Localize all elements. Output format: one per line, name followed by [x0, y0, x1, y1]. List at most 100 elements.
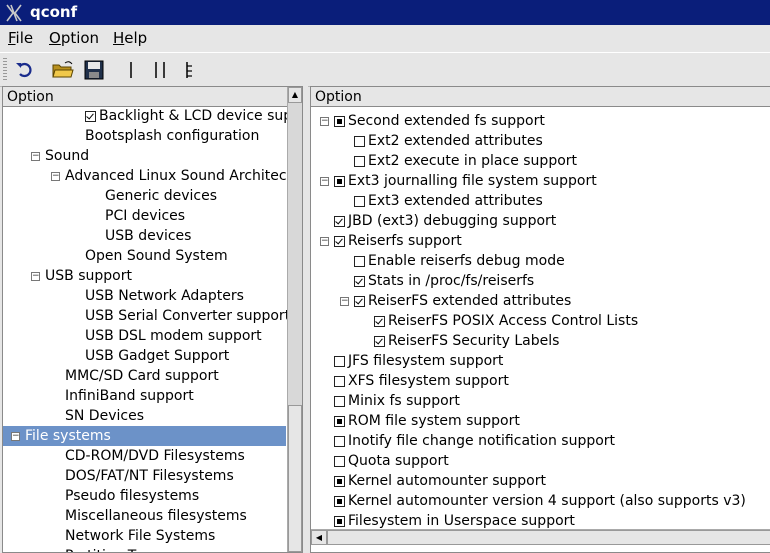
menu-tree-item[interactable]: − Advanced Linux Sound Architecture	[3, 166, 302, 186]
checkbox-icon[interactable]	[334, 376, 345, 387]
checkbox-icon[interactable]	[354, 136, 365, 147]
collapse-minus-icon[interactable]: −	[11, 432, 20, 441]
config-option-row[interactable]: Kernel automounter support	[311, 471, 770, 491]
config-list-horizontal-scrollbar[interactable]: ◀	[311, 529, 770, 545]
open-button[interactable]	[50, 57, 76, 83]
menu-tree-item[interactable]: InfiniBand support	[3, 386, 286, 406]
toolbar	[0, 52, 770, 87]
config-option-row[interactable]: Enable reiserfs debug mode	[311, 251, 770, 271]
config-option-row[interactable]: Ext2 execute in place support	[311, 151, 770, 171]
scroll-left-arrow-icon[interactable]: ◀	[311, 530, 327, 545]
checkbox-icon[interactable]	[354, 156, 365, 167]
config-option-row[interactable]: Kernel automounter version 4 support (al…	[311, 491, 770, 511]
menu-file-label: ile	[15, 29, 34, 47]
menu-tree-item[interactable]: Bootsplash configuration	[3, 126, 286, 146]
undo-button[interactable]	[12, 57, 38, 83]
collapse-minus-icon[interactable]: −	[320, 237, 329, 246]
checkbox-icon[interactable]	[334, 236, 345, 247]
module-checkbox-icon[interactable]	[334, 416, 345, 427]
menu-tree-item[interactable]: − Sound	[3, 146, 286, 166]
module-checkbox-icon[interactable]	[334, 496, 345, 507]
menu-help[interactable]: Help	[113, 29, 147, 47]
menu-file[interactable]: File	[8, 29, 33, 47]
checkbox-icon[interactable]	[334, 216, 345, 227]
single-view-button[interactable]	[118, 57, 144, 83]
config-option-row[interactable]: − Ext3 journalling file system support	[311, 171, 770, 191]
config-option-row[interactable]: − Reiserfs support	[311, 231, 770, 251]
menu-tree-item-label: Generic devices	[105, 188, 218, 204]
menu-tree-item-label: Sound	[45, 148, 90, 164]
menu-tree-item[interactable]: USB Gadget Support	[3, 346, 286, 366]
collapse-minus-icon[interactable]: −	[340, 297, 349, 306]
config-option-row[interactable]: Ext3 extended attributes	[311, 191, 770, 211]
menu-tree-item[interactable]: Pseudo filesystems	[3, 486, 286, 506]
checkbox-icon[interactable]	[85, 111, 96, 122]
checkbox-icon[interactable]	[374, 336, 385, 347]
checkbox-icon[interactable]	[334, 456, 345, 467]
scroll-up-arrow-icon[interactable]: ▲	[288, 87, 302, 103]
collapse-minus-icon[interactable]: −	[31, 272, 40, 281]
checkbox-icon[interactable]	[354, 196, 365, 207]
module-checkbox-icon[interactable]	[334, 516, 345, 527]
menu-tree-item[interactable]: Generic devices	[3, 186, 286, 206]
toolbar-grip-handle[interactable]	[3, 58, 7, 82]
menu-tree-item[interactable]: − File systems	[3, 426, 286, 446]
config-option-row[interactable]: ReiserFS POSIX Access Control Lists	[311, 311, 770, 331]
menu-option[interactable]: Option	[49, 29, 99, 47]
split-view-button[interactable]	[147, 57, 173, 83]
config-option-row[interactable]: XFS filesystem support	[311, 371, 770, 391]
config-option-row[interactable]: Inotify file change notification support	[311, 431, 770, 451]
collapse-minus-icon[interactable]: −	[320, 117, 329, 126]
checkbox-icon[interactable]	[334, 396, 345, 407]
config-option-row[interactable]: Minix fs support	[311, 391, 770, 411]
config-option-row[interactable]: JBD (ext3) debugging support	[311, 211, 770, 231]
config-option-row[interactable]: JFS filesystem support	[311, 351, 770, 371]
menu-tree-item[interactable]: Network File Systems	[3, 526, 286, 546]
config-option-row[interactable]: Stats in /proc/fs/reiserfs	[311, 271, 770, 291]
menu-tree-item[interactable]: PCI devices	[3, 206, 286, 226]
menu-tree-item[interactable]: Miscellaneous filesystems	[3, 506, 286, 526]
module-checkbox-icon[interactable]	[334, 476, 345, 487]
menu-tree-item[interactable]: USB DSL modem support	[3, 326, 286, 346]
checkbox-icon[interactable]	[374, 316, 385, 327]
config-option-row[interactable]: Quota support	[311, 451, 770, 471]
menu-tree-item[interactable]: USB Network Adapters	[3, 286, 286, 306]
module-checkbox-icon[interactable]	[334, 116, 345, 127]
panel-splitter[interactable]	[303, 86, 308, 553]
config-option-label: Enable reiserfs debug mode	[368, 253, 565, 269]
collapse-minus-icon[interactable]: −	[320, 177, 329, 186]
menu-file-mnemonic: F	[8, 29, 16, 47]
menu-tree-item[interactable]: Open Sound System	[3, 246, 286, 266]
menu-tree-item[interactable]: USB devices	[3, 226, 286, 246]
checkbox-icon[interactable]	[354, 296, 365, 307]
menu-tree-vertical-scrollbar[interactable]: ▲	[287, 87, 302, 552]
collapse-minus-icon[interactable]: −	[31, 152, 40, 161]
full-view-button[interactable]	[177, 57, 203, 83]
menu-tree-item[interactable]: MMC/SD Card support	[3, 366, 286, 386]
menu-tree-item[interactable]: CD-ROM/DVD Filesystems	[3, 446, 286, 466]
config-option-row[interactable]: − ReiserFS extended attributes	[311, 291, 770, 311]
config-option-row[interactable]: ReiserFS Security Labels	[311, 331, 770, 351]
checkbox-icon[interactable]	[354, 276, 365, 287]
config-option-row[interactable]: Ext2 extended attributes	[311, 131, 770, 151]
menu-tree-header[interactable]: Option	[3, 87, 302, 107]
checkbox-icon[interactable]	[354, 256, 365, 267]
menu-tree-item[interactable]: USB Serial Converter support	[3, 306, 290, 326]
checkbox-icon[interactable]	[334, 356, 345, 367]
scrollbar-thumb[interactable]	[288, 405, 302, 552]
module-checkbox-icon[interactable]	[334, 176, 345, 187]
config-option-row[interactable]: Filesystem in Userspace support	[311, 511, 770, 531]
menu-tree-item[interactable]: SN Devices	[3, 406, 286, 426]
menu-tree-item[interactable]: Backlight & LCD device support	[3, 108, 302, 126]
menu-tree-item-label: DOS/FAT/NT Filesystems	[65, 468, 234, 484]
save-button[interactable]	[81, 57, 107, 83]
collapse-minus-icon[interactable]: −	[51, 172, 60, 181]
config-option-row[interactable]: ROM file system support	[311, 411, 770, 431]
menu-tree-item[interactable]: − USB support	[3, 266, 286, 286]
menu-tree-item[interactable]: Partition Types	[3, 546, 286, 552]
menu-tree-item[interactable]: DOS/FAT/NT Filesystems	[3, 466, 286, 486]
checkbox-icon[interactable]	[334, 436, 345, 447]
config-option-row[interactable]: − Second extended fs support	[311, 111, 770, 131]
config-list-header[interactable]: Option	[311, 87, 770, 107]
scrollbar-thumb[interactable]	[327, 530, 770, 545]
